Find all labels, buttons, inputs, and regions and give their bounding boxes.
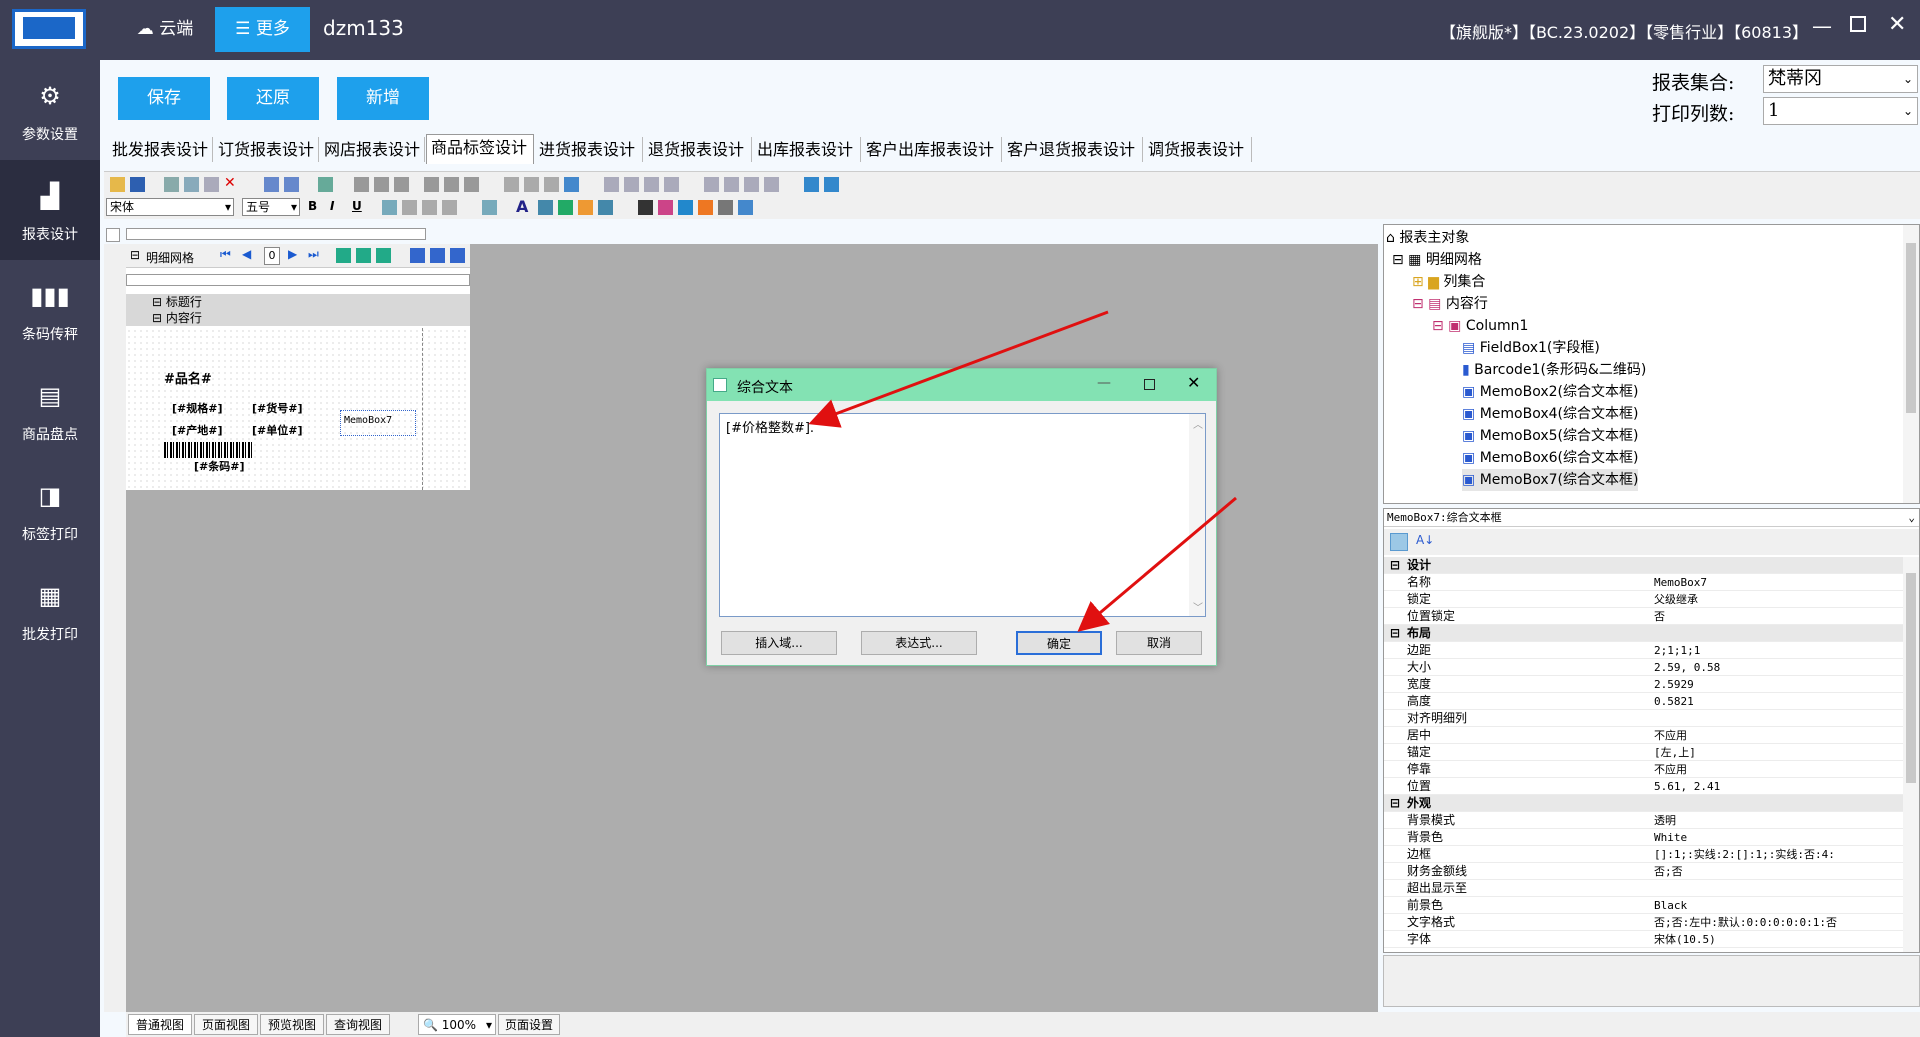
property-row[interactable]: 文字格式 否;否:左中:默认:0:0:0:0:0:1:否 <box>1384 914 1904 931</box>
tree-scrollbar[interactable] <box>1903 225 1919 503</box>
scroll-thumb[interactable] <box>1906 573 1916 783</box>
chevron-down-icon: ⌄ <box>1908 511 1915 524</box>
tab-page-view[interactable]: 页面视图 <box>194 1014 258 1035</box>
property-row[interactable]: 宽度 2.5929 <box>1384 676 1904 693</box>
property-rows: 设计 ⊟ 名称 MemoBox7 锁定 父级继承 位置锁定否布局 ⊟ 边距 2;1;1;1 大小 2.… <box>1384 557 1904 952</box>
property-row[interactable]: 边框 []:1;:实线:2:[]:1;:实线:否:4: <box>1384 846 1904 863</box>
property-row[interactable]: 背景模式 透明 <box>1384 812 1904 829</box>
tab-normal-view[interactable]: 普通视图 <box>128 1014 192 1035</box>
property-row[interactable]: 停靠 不应用 <box>1384 761 1904 778</box>
collapse-icon[interactable]: ⊟ <box>1390 557 1400 574</box>
categorized-icon[interactable] <box>1390 533 1408 551</box>
object-selector[interactable]: MemoBox7:综合文本框 ⌄ <box>1384 509 1919 527</box>
property-row[interactable]: 超出显示至 <box>1384 880 1904 897</box>
home-icon: ⌂ <box>1386 230 1400 246</box>
property-category[interactable]: 设计 ⊟ <box>1384 557 1904 574</box>
object-tree: ⌂ 报表主对象 ⊟ ▦ 明细网格 ⊞ ▆ 列集合 ⊟ ▤ 内容行 ⊟ ▣ Col… <box>1383 224 1920 504</box>
memo-icon: ▣ <box>1462 406 1480 422</box>
property-description <box>1383 955 1920 1007</box>
collapse-icon[interactable]: ⊟ <box>1390 795 1400 812</box>
property-category[interactable]: 布局 ⊟ <box>1384 625 1904 642</box>
property-row[interactable]: 锁定 父级继承 <box>1384 591 1904 608</box>
property-row[interactable]: 字体 宋体(10.5) <box>1384 931 1904 948</box>
property-row[interactable]: 前景色 Black <box>1384 897 1904 914</box>
property-row[interactable]: 对齐明细列 <box>1384 710 1904 727</box>
tree-item[interactable]: ▮ Barcode1(条形码&二维码) <box>1462 359 1646 381</box>
tree-item[interactable]: ⊟ ▣ Column1 <box>1432 315 1528 337</box>
tree-item[interactable]: ⊞ ▆ 列集合 <box>1412 271 1485 293</box>
memo-icon: ▣ <box>1462 428 1480 444</box>
property-row[interactable]: 居中 不应用 <box>1384 727 1904 744</box>
tree-item[interactable]: ▣ MemoBox2(综合文本框) <box>1462 381 1638 403</box>
property-row[interactable]: 财务金额线 否;否 <box>1384 863 1904 880</box>
collapse-icon: ⊟ ▦ <box>1392 252 1426 268</box>
zoom-icon: 🔍 <box>423 1018 438 1032</box>
tree-item[interactable]: ▣ MemoBox6(综合文本框) <box>1462 447 1638 469</box>
property-row[interactable]: 位置 5.61, 2.41 <box>1384 778 1904 795</box>
property-row[interactable]: 大小 2.59, 0.58 <box>1384 659 1904 676</box>
row-icon: ⊟ ▤ <box>1412 296 1446 312</box>
barcode-icon: ▮ <box>1462 362 1475 378</box>
zoom-select[interactable]: 🔍 100% ▾ <box>418 1014 496 1035</box>
tab-query-view[interactable]: 查询视图 <box>326 1014 390 1035</box>
property-row[interactable]: 边距 2;1;1;1 <box>1384 642 1904 659</box>
scroll-thumb[interactable] <box>1906 243 1916 413</box>
tab-preview-view[interactable]: 预览视图 <box>260 1014 324 1035</box>
arrow-to-ok <box>1077 496 1237 632</box>
tree-item[interactable]: ⌂ 报表主对象 <box>1386 227 1469 249</box>
arrow-to-text <box>808 310 1109 428</box>
property-scrollbar[interactable] <box>1903 557 1919 952</box>
memo-icon: ▣ <box>1462 384 1480 400</box>
property-toolbar: A↓ <box>1384 529 1919 555</box>
folder-icon: ⊞ ▆ <box>1412 274 1444 290</box>
field-icon: ▤ <box>1462 340 1480 356</box>
property-row[interactable]: 高度 0.5821 <box>1384 693 1904 710</box>
sort-alpha-icon[interactable]: A↓ <box>1416 533 1434 547</box>
view-tabs-bar <box>126 1012 1920 1037</box>
tree-item[interactable]: ⊟ ▤ 内容行 <box>1412 293 1488 315</box>
property-row[interactable]: 位置锁定否 <box>1384 608 1904 625</box>
chevron-down-icon: ▾ <box>485 1018 492 1032</box>
tree-item[interactable]: ▤ FieldBox1(字段框) <box>1462 337 1600 359</box>
tree-item[interactable]: ⊟ ▦ 明细网格 <box>1392 249 1482 271</box>
property-row[interactable]: 锚定 [左,上] <box>1384 744 1904 761</box>
tree-item[interactable]: ▣ MemoBox5(综合文本框) <box>1462 425 1638 447</box>
property-grid: MemoBox7:综合文本框 ⌄ A↓ 设计 ⊟ 名称 MemoBox7 锁定 父级继承位… <box>1383 508 1920 953</box>
column-icon: ⊟ ▣ <box>1432 318 1466 334</box>
page-setup-button[interactable]: 页面设置 <box>498 1014 560 1035</box>
property-row[interactable]: 背景色 White <box>1384 829 1904 846</box>
memo-icon: ▣ <box>1462 472 1480 488</box>
tree-item[interactable]: ▣ MemoBox4(综合文本框) <box>1462 403 1638 425</box>
tree-item[interactable]: ▣ MemoBox7(综合文本框) <box>1462 469 1639 491</box>
memo-icon: ▣ <box>1462 450 1480 466</box>
property-category[interactable]: 外观 ⊟ <box>1384 795 1904 812</box>
collapse-icon[interactable]: ⊟ <box>1390 625 1400 642</box>
property-row[interactable]: 名称 MemoBox7 <box>1384 574 1904 591</box>
